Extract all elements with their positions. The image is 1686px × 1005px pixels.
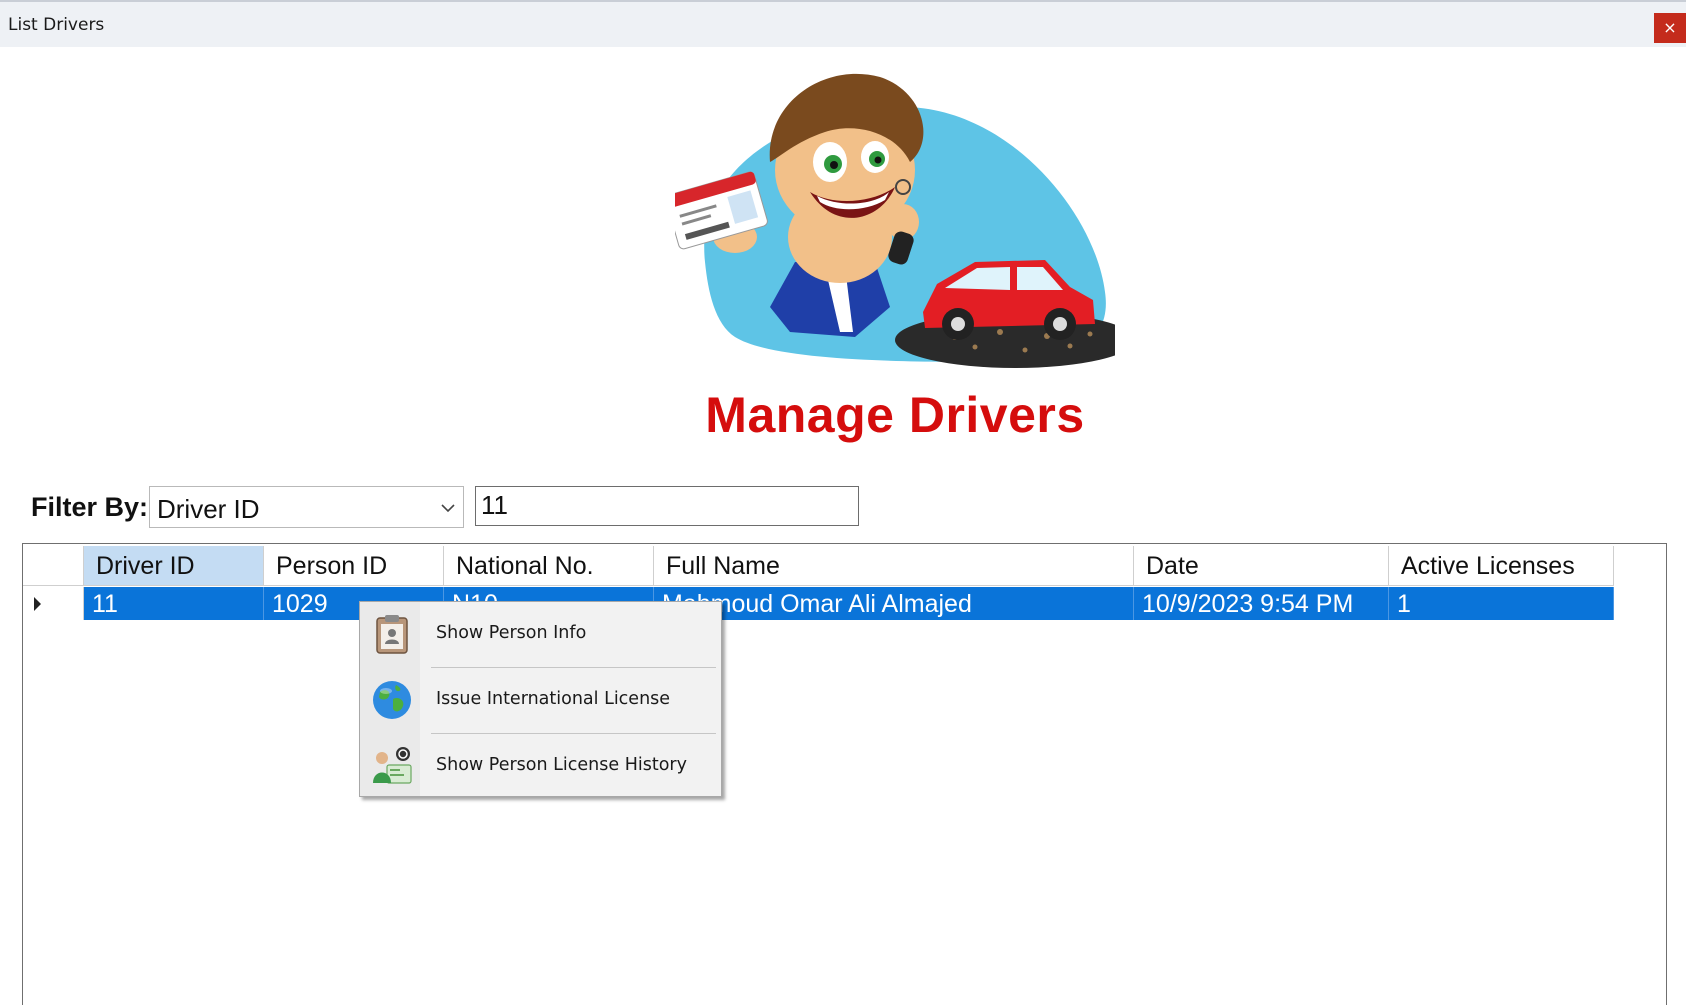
row-context-menu: Show Person Info Issue International Lic… [359, 601, 722, 797]
window-titlebar: List Drivers × [0, 0, 1686, 47]
window-title: List Drivers [8, 15, 105, 35]
grid-corner-header[interactable] [23, 546, 84, 586]
license-history-icon [373, 747, 412, 784]
close-button[interactable]: × [1654, 13, 1686, 43]
menu-item-issue-international-license[interactable]: Issue International License [360, 670, 721, 730]
column-header-driver-id[interactable]: Driver ID [84, 546, 264, 586]
menu-item-show-person-info[interactable]: Show Person Info [360, 604, 721, 664]
column-header-label: Driver ID [96, 552, 195, 580]
column-header-label: National No. [456, 552, 594, 580]
column-header-label: Full Name [666, 552, 780, 580]
cell-date[interactable]: 10/9/2023 9:54 PM [1134, 587, 1389, 620]
chevron-down-icon [441, 504, 455, 513]
menu-item-label: Show Person Info [436, 623, 587, 643]
person-card-icon [376, 615, 408, 654]
cell-full-name[interactable]: Mahmoud Omar Ali Almajed [654, 587, 1134, 620]
row-selector[interactable] [23, 587, 84, 620]
current-row-arrow-icon [34, 597, 41, 611]
drivers-illustration [675, 73, 1115, 368]
cell-text: 10/9/2023 9:54 PM [1142, 590, 1354, 618]
drivers-grid[interactable]: Driver ID Person ID National No. Full Na… [22, 543, 1667, 1005]
filter-value-input[interactable]: 11 [475, 486, 859, 526]
column-header-label: Active Licenses [1401, 552, 1575, 580]
filter-selected-option: Driver ID [157, 494, 260, 524]
column-header-date[interactable]: Date [1134, 546, 1389, 586]
column-header-active-licenses[interactable]: Active Licenses [1389, 546, 1614, 586]
filter-value-text: 11 [481, 490, 508, 520]
menu-item-label: Show Person License History [436, 755, 687, 775]
menu-item-label: Issue International License [436, 689, 671, 709]
column-header-person-id[interactable]: Person ID [264, 546, 444, 586]
filter-by-select[interactable]: Driver ID [149, 486, 464, 528]
filter-label: Filter By: [31, 492, 149, 522]
globe-icon [373, 681, 411, 719]
column-header-label: Person ID [276, 552, 388, 580]
page-title: Manage Drivers [705, 387, 1085, 443]
column-header-label: Date [1146, 552, 1199, 580]
column-header-full-name[interactable]: Full Name [654, 546, 1134, 586]
menu-separator [431, 667, 716, 668]
menu-separator [431, 733, 716, 734]
cell-text: 11 [92, 590, 118, 618]
column-header-national-no[interactable]: National No. [444, 546, 654, 586]
cell-active-licenses[interactable]: 1 [1389, 587, 1614, 620]
cell-text: 1 [1397, 590, 1411, 618]
cell-text: 1029 [272, 590, 328, 618]
menu-item-show-person-license-history[interactable]: Show Person License History [360, 736, 721, 796]
cell-driver-id[interactable]: 11 [84, 587, 264, 620]
